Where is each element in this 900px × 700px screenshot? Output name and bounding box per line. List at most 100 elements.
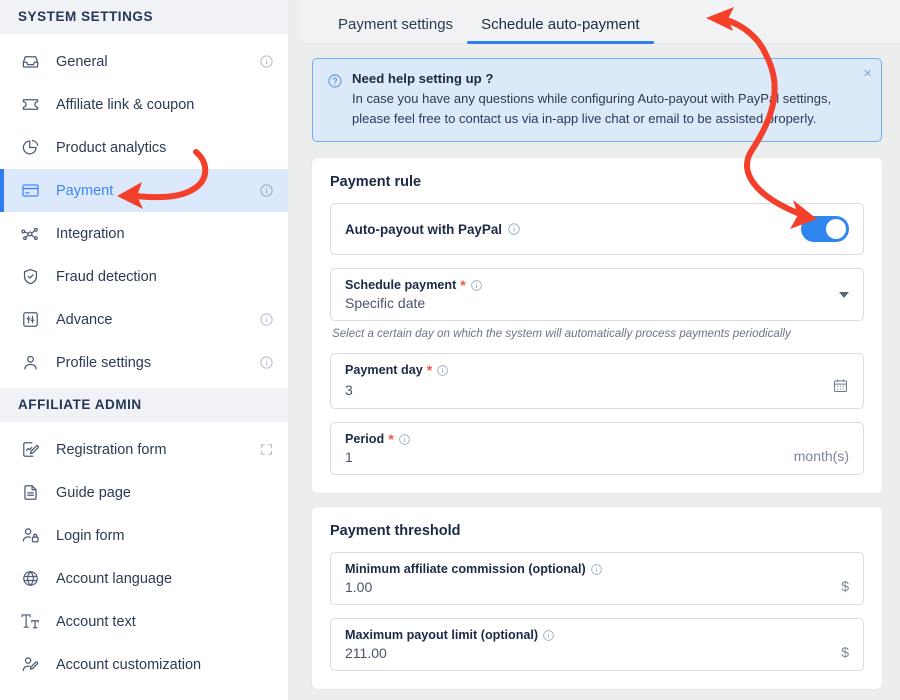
sidebar-item-label: Login form: [56, 528, 274, 544]
info-icon[interactable]: [470, 279, 483, 292]
sidebar-item-label: Account customization: [56, 657, 274, 673]
sidebar-item-label: Fraud detection: [56, 269, 274, 285]
inbox-icon: [18, 50, 42, 74]
maximum-payout-value-row: 211.00 $: [345, 642, 849, 661]
sidebar-item-payment[interactable]: Payment: [0, 169, 288, 212]
credit-card-icon: [18, 179, 42, 203]
auto-payout-label: Auto-payout with PayPal: [345, 222, 502, 237]
sidebar-section-title-affiliate-admin: AFFILIATE ADMIN: [0, 388, 288, 422]
required-marker: *: [388, 432, 393, 446]
sidebar-item-label: General: [56, 54, 259, 70]
sidebar-item-label: Guide page: [56, 485, 274, 501]
sidebar-item-general[interactable]: General: [0, 40, 288, 83]
close-icon[interactable]: ×: [863, 66, 872, 81]
sidebar-item-integration[interactable]: Integration: [0, 212, 288, 255]
sidebar-item-label: Product analytics: [56, 140, 274, 156]
maximum-payout-value[interactable]: 211.00: [345, 645, 841, 661]
user-lock-icon: [18, 524, 42, 548]
sidebar-item-login-form[interactable]: Login form: [0, 514, 288, 557]
form-edit-icon: [18, 438, 42, 462]
question-circle-icon: [327, 73, 343, 128]
sidebar-item-guide-page[interactable]: Guide page: [0, 471, 288, 514]
payment-day-field[interactable]: Payment day * 3: [330, 353, 864, 409]
sidebar-item-registration-form[interactable]: Registration form: [0, 428, 288, 471]
info-icon[interactable]: [259, 183, 274, 198]
info-icon[interactable]: [259, 312, 274, 327]
text-format-icon: [18, 610, 42, 634]
info-icon[interactable]: [259, 355, 274, 370]
info-icon[interactable]: [590, 563, 603, 576]
expand-icon[interactable]: [259, 442, 274, 457]
sidebar-item-account-customization[interactable]: Account customization: [0, 643, 288, 686]
sidebar-item-label: Registration form: [56, 442, 259, 458]
schedule-payment-label: Schedule payment: [345, 278, 456, 292]
payment-day-value-row: 3: [345, 377, 849, 399]
info-icon[interactable]: [398, 433, 411, 446]
payment-day-value[interactable]: 3: [345, 382, 832, 398]
sliders-icon: [18, 308, 42, 332]
sidebar-item-product-analytics[interactable]: Product analytics: [0, 126, 288, 169]
sidebar-item-account-language[interactable]: Account language: [0, 557, 288, 600]
payment-day-label: Payment day: [345, 363, 423, 377]
info-icon[interactable]: [436, 364, 449, 377]
info-icon[interactable]: [507, 222, 521, 236]
currency-suffix: $: [841, 578, 849, 594]
minimum-commission-value[interactable]: 1.00: [345, 579, 841, 595]
payment-threshold-card: Payment threshold Minimum affiliate comm…: [312, 507, 882, 689]
user-icon: [18, 351, 42, 375]
notice-body: In case you have any questions while con…: [352, 89, 847, 128]
sidebar-item-label: Account language: [56, 571, 274, 587]
period-label: Period: [345, 432, 384, 446]
sidebar-item-profile-settings[interactable]: Profile settings: [0, 341, 288, 384]
maximum-payout-label-wrap: Maximum payout limit (optional): [345, 628, 849, 642]
sidebar-item-label: Advance: [56, 312, 259, 328]
schedule-payment-label-wrap: Schedule payment *: [345, 278, 849, 292]
info-icon[interactable]: [259, 54, 274, 69]
integration-nodes-icon: [18, 222, 42, 246]
sidebar-list-system-settings: General Affiliate link & coupon Product …: [0, 34, 288, 388]
sidebar-item-label: Profile settings: [56, 355, 259, 371]
pie-chart-icon: [18, 136, 42, 160]
schedule-payment-hint: Select a certain day on which the system…: [332, 327, 864, 340]
sidebar-list-affiliate-admin: Registration form Guide page Login form: [0, 422, 288, 690]
period-label-wrap: Period *: [345, 432, 849, 446]
user-edit-icon: [18, 653, 42, 677]
info-icon[interactable]: [542, 629, 555, 642]
minimum-commission-field[interactable]: Minimum affiliate commission (optional) …: [330, 552, 864, 605]
payment-day-label-wrap: Payment day *: [345, 363, 849, 377]
payment-threshold-title: Payment threshold: [330, 523, 864, 539]
auto-payout-label-wrap: Auto-payout with PayPal: [345, 222, 521, 237]
auto-payout-toggle[interactable]: [801, 216, 849, 242]
period-value-row: 1 month(s): [345, 446, 849, 465]
minimum-commission-label: Minimum affiliate commission (optional): [345, 562, 586, 576]
toggle-knob: [826, 219, 846, 239]
period-field[interactable]: Period * 1 month(s): [330, 422, 864, 475]
required-marker: *: [427, 363, 432, 377]
sidebar-item-label: Payment: [56, 183, 259, 199]
minimum-commission-value-row: 1.00 $: [345, 576, 849, 595]
maximum-payout-label: Maximum payout limit (optional): [345, 628, 538, 642]
maximum-payout-field[interactable]: Maximum payout limit (optional) 211.00 $: [330, 618, 864, 671]
tab-bar: Payment settings Schedule auto-payment: [300, 0, 900, 44]
schedule-payment-select[interactable]: Schedule payment * Specific date: [330, 268, 864, 321]
sidebar-item-account-text[interactable]: Account text: [0, 600, 288, 643]
help-notice-banner: Need help setting up ? In case you have …: [312, 58, 882, 142]
minimum-commission-label-wrap: Minimum affiliate commission (optional): [345, 562, 849, 576]
payment-rule-card: Payment rule Auto-payout with PayPal S: [312, 158, 882, 493]
sidebar-item-label: Integration: [56, 226, 274, 242]
sidebar-item-advance[interactable]: Advance: [0, 298, 288, 341]
sidebar-item-fraud-detection[interactable]: Fraud detection: [0, 255, 288, 298]
chevron-down-icon[interactable]: [839, 292, 849, 298]
tab-payment-settings[interactable]: Payment settings: [324, 16, 467, 43]
schedule-payment-value: Specific date: [345, 295, 849, 311]
ticket-icon: [18, 93, 42, 117]
settings-scroll-area: Need help setting up ? In case you have …: [300, 44, 900, 700]
tab-schedule-auto-payment[interactable]: Schedule auto-payment: [467, 16, 653, 43]
calendar-icon[interactable]: [832, 377, 849, 399]
sidebar-item-affiliate-link-coupon[interactable]: Affiliate link & coupon: [0, 83, 288, 126]
period-unit-suffix: month(s): [794, 448, 849, 464]
required-marker: *: [460, 278, 465, 292]
period-value[interactable]: 1: [345, 449, 794, 465]
app-root: SYSTEM SETTINGS General Affiliate link &…: [0, 0, 900, 700]
currency-suffix: $: [841, 644, 849, 660]
